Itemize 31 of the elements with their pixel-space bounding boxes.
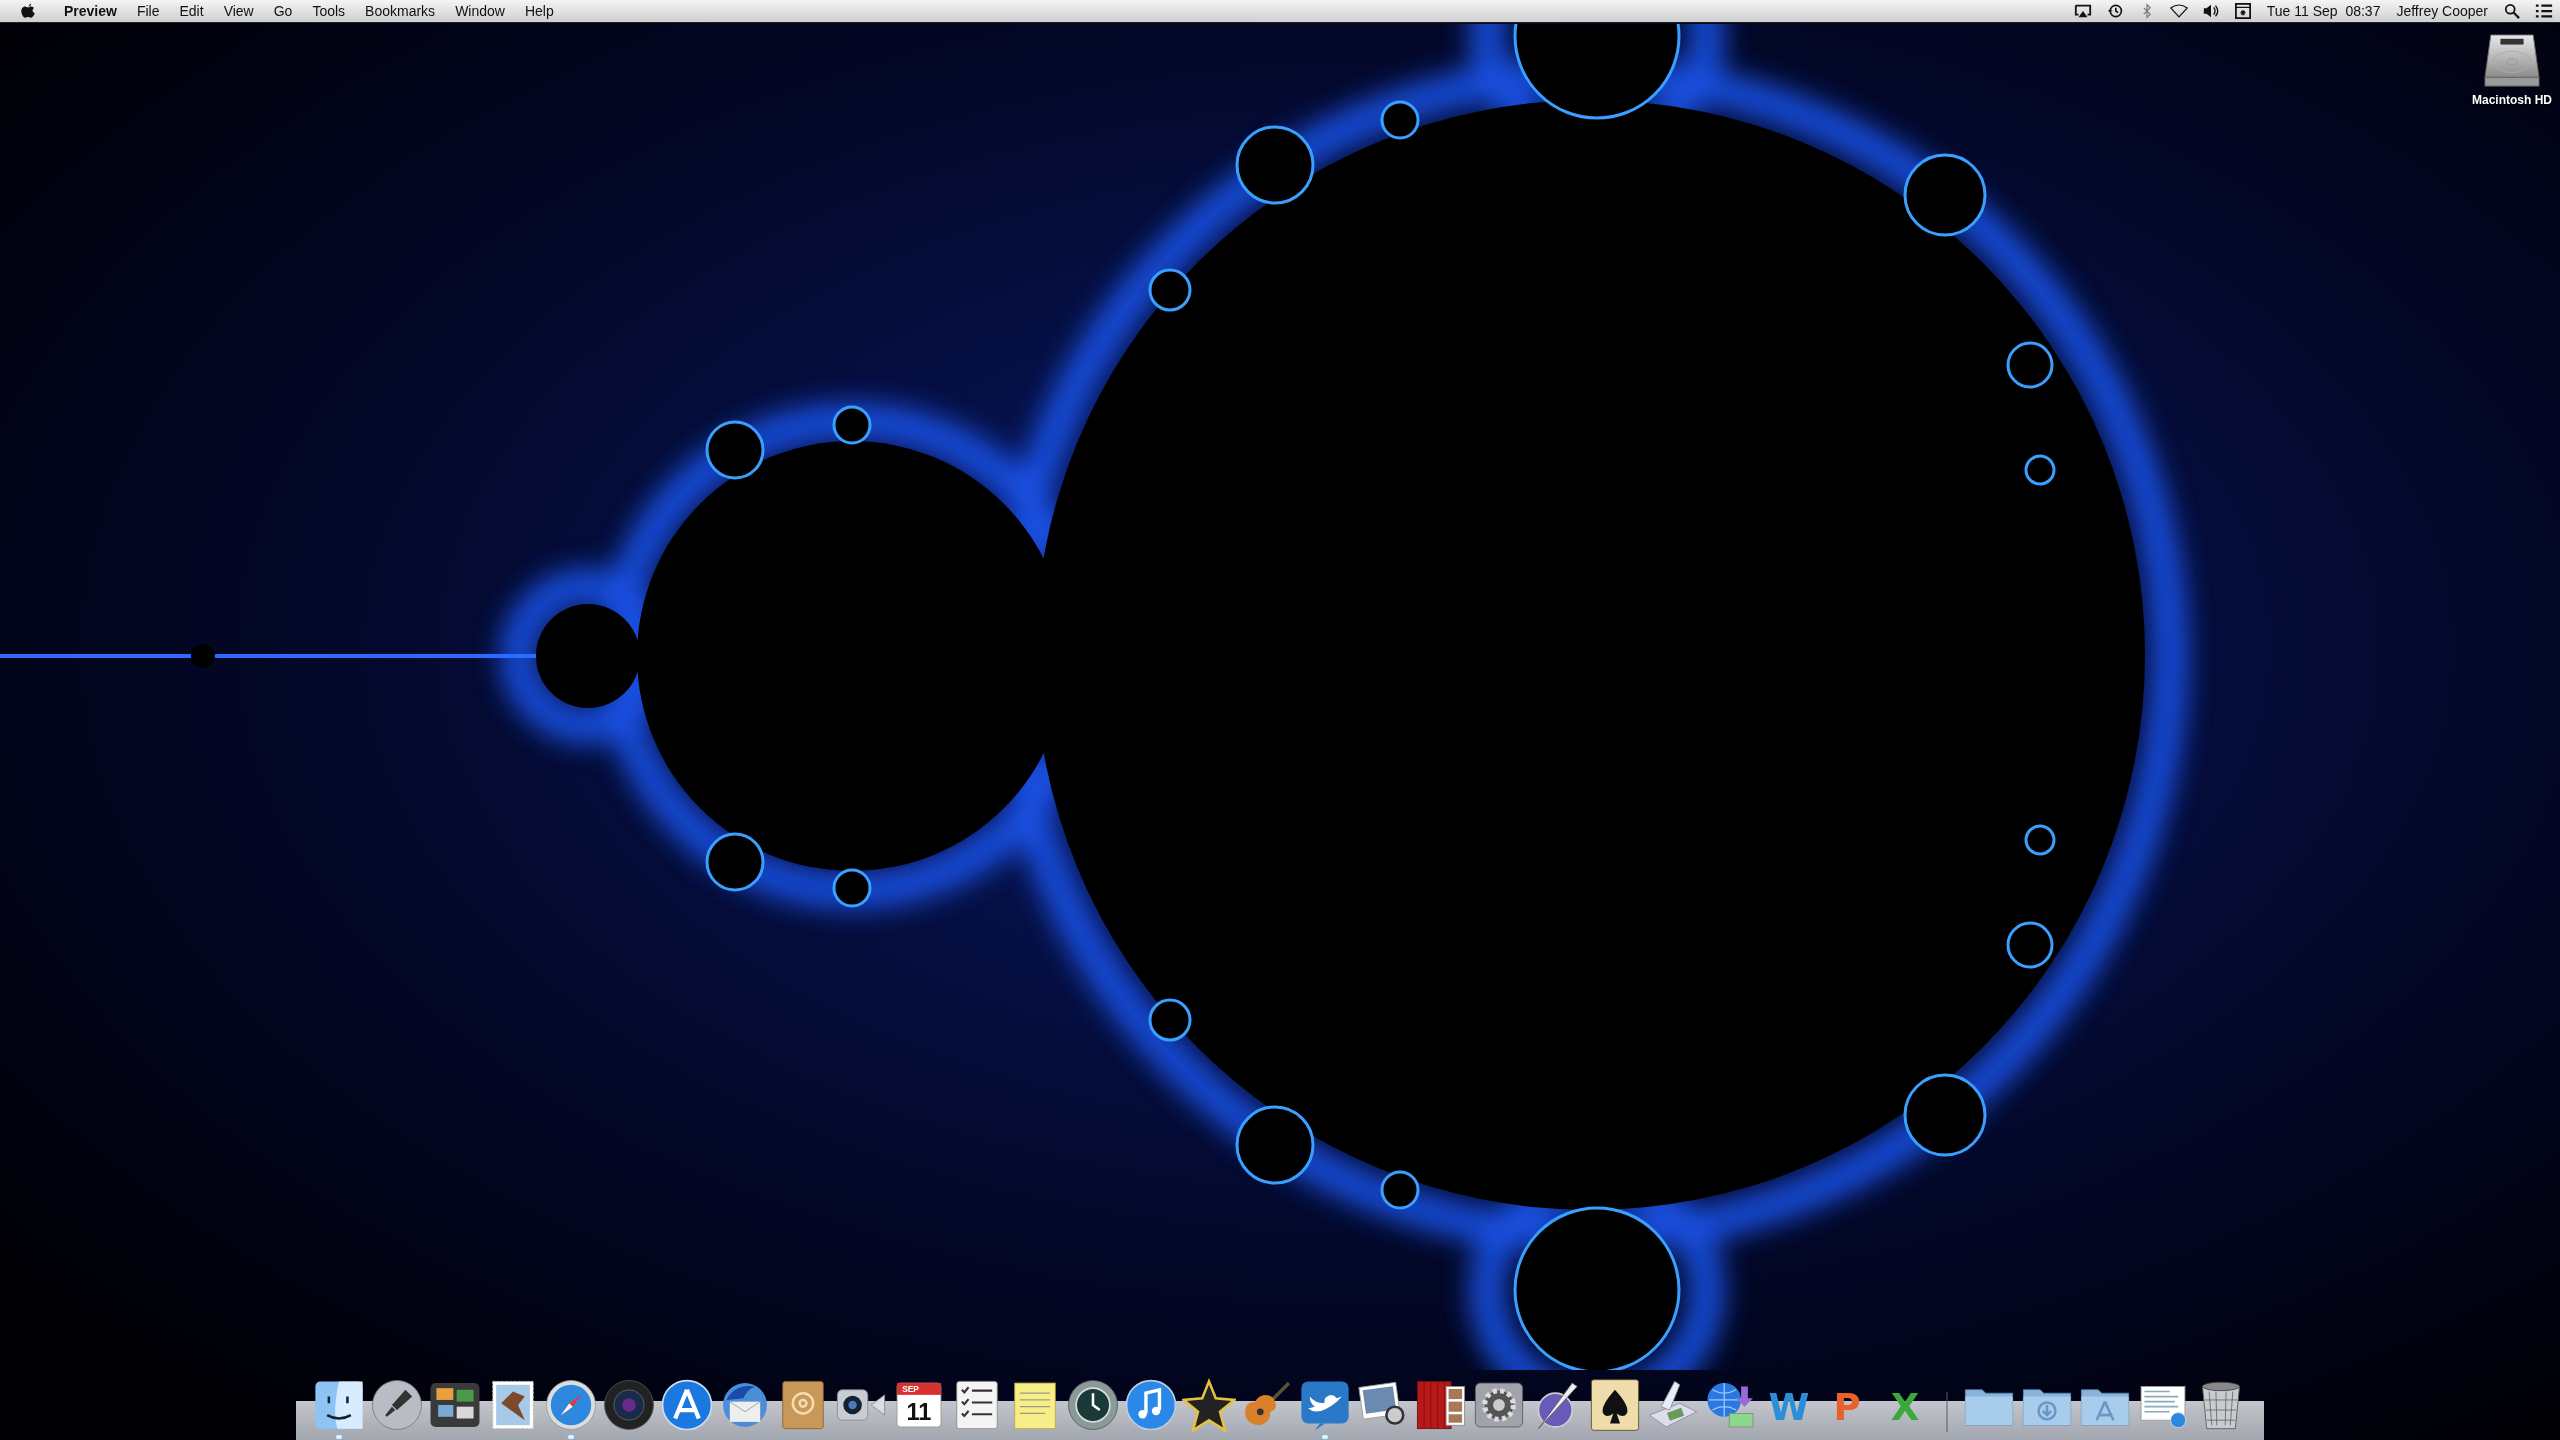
curtain-icon[interactable] bbox=[1414, 1378, 1468, 1432]
menu-item[interactable]: Go bbox=[263, 0, 303, 22]
bird-icon[interactable] bbox=[1298, 1378, 1352, 1432]
menu-item[interactable]: File bbox=[126, 0, 170, 22]
compass-icon[interactable] bbox=[544, 1378, 598, 1432]
camera-lens-icon[interactable] bbox=[602, 1378, 656, 1432]
music-note-icon[interactable] bbox=[1124, 1378, 1178, 1432]
app-store-icon[interactable] bbox=[660, 1378, 714, 1432]
menu-item[interactable]: Help bbox=[514, 0, 564, 22]
menu-item[interactable]: Bookmarks bbox=[355, 0, 446, 22]
spade-card-icon[interactable] bbox=[1588, 1378, 1642, 1432]
menu-item[interactable]: Window bbox=[445, 0, 515, 22]
smiling-face-icon[interactable] bbox=[312, 1378, 366, 1432]
history-clock-icon[interactable] bbox=[2105, 3, 2124, 19]
wifi-icon[interactable] bbox=[2169, 3, 2188, 19]
date-time[interactable]: Tue 11 Sep 08:37 bbox=[2258, 0, 2389, 22]
star-icon[interactable] bbox=[1182, 1378, 1236, 1432]
list-icon[interactable] bbox=[2535, 3, 2553, 19]
airplay-icon[interactable] bbox=[2073, 3, 2092, 19]
search-icon[interactable] bbox=[2503, 3, 2521, 19]
menu-item[interactable]: Edit bbox=[169, 0, 214, 22]
menu-item[interactable]: Preview bbox=[54, 0, 127, 22]
volume-icon[interactable] bbox=[2201, 3, 2220, 19]
user-name[interactable]: Jeffrey Cooper bbox=[2388, 0, 2496, 22]
menu-item[interactable]: Tools bbox=[302, 0, 356, 22]
hard-drive-icon[interactable] bbox=[2483, 33, 2541, 87]
apple-logo-icon[interactable] bbox=[20, 2, 36, 20]
clock-icon[interactable] bbox=[1066, 1378, 1120, 1432]
input-menu-icon[interactable] bbox=[2233, 3, 2252, 19]
menu-item[interactable]: View bbox=[213, 0, 264, 22]
desktop-icon-label[interactable]: Macintosh HD bbox=[2472, 93, 2552, 107]
